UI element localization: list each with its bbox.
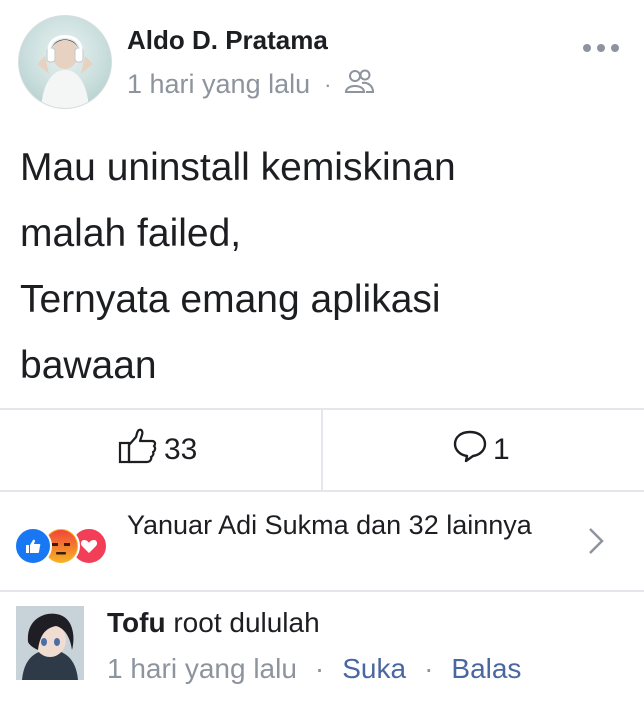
comment-count: 1 <box>493 433 510 466</box>
post-time[interactable]: 1 hari yang lalu <box>127 69 310 100</box>
meta-separator: · <box>424 653 434 684</box>
commenter-avatar[interactable] <box>16 606 84 680</box>
like-button[interactable]: 33 <box>118 425 197 475</box>
more-options-icon[interactable] <box>583 36 623 60</box>
author-avatar[interactable] <box>18 15 112 109</box>
post-meta: 1 hari yang lalu · <box>127 68 375 101</box>
comment-like-link[interactable]: Suka <box>342 653 406 685</box>
action-divider <box>321 410 323 490</box>
chevron-right-icon[interactable] <box>586 526 606 561</box>
comment-icon <box>453 429 493 471</box>
reactions-summary[interactable]: Yanuar Adi Sukma dan 32 lainnya <box>127 505 547 545</box>
like-count: 33 <box>164 433 198 466</box>
friends-icon <box>345 68 375 101</box>
meta-separator: · <box>314 653 325 684</box>
comment-text: root dululah <box>173 607 320 638</box>
author-name[interactable]: Aldo D. Pratama <box>127 25 328 56</box>
post-header: Aldo D. Pratama 1 hari yang lalu · <box>0 0 644 120</box>
comment-meta: 1 hari yang lalu · Suka · Balas <box>107 653 521 685</box>
commenter-name[interactable]: Tofu <box>107 607 166 638</box>
reaction-icons[interactable] <box>14 523 124 567</box>
comment-body: Tofu root dululah <box>107 607 320 639</box>
meta-separator: · <box>324 71 332 97</box>
comment-button[interactable]: 1 <box>453 425 510 475</box>
post-text-line: Ternyata emang aplikasi <box>20 278 441 321</box>
thumbs-up-icon <box>118 428 164 472</box>
post-body: Mau uninstall kemiskinan malah failed, T… <box>20 135 620 399</box>
comment-time[interactable]: 1 hari yang lalu <box>107 653 297 685</box>
post-text-line: Mau uninstall kemiskinan <box>20 146 456 189</box>
comment-reply-link[interactable]: Balas <box>451 653 521 685</box>
divider <box>0 590 644 592</box>
divider <box>0 490 644 492</box>
like-icon <box>14 527 52 565</box>
post-text-line: bawaan <box>20 344 157 387</box>
post-text-line: malah failed, <box>20 212 242 255</box>
